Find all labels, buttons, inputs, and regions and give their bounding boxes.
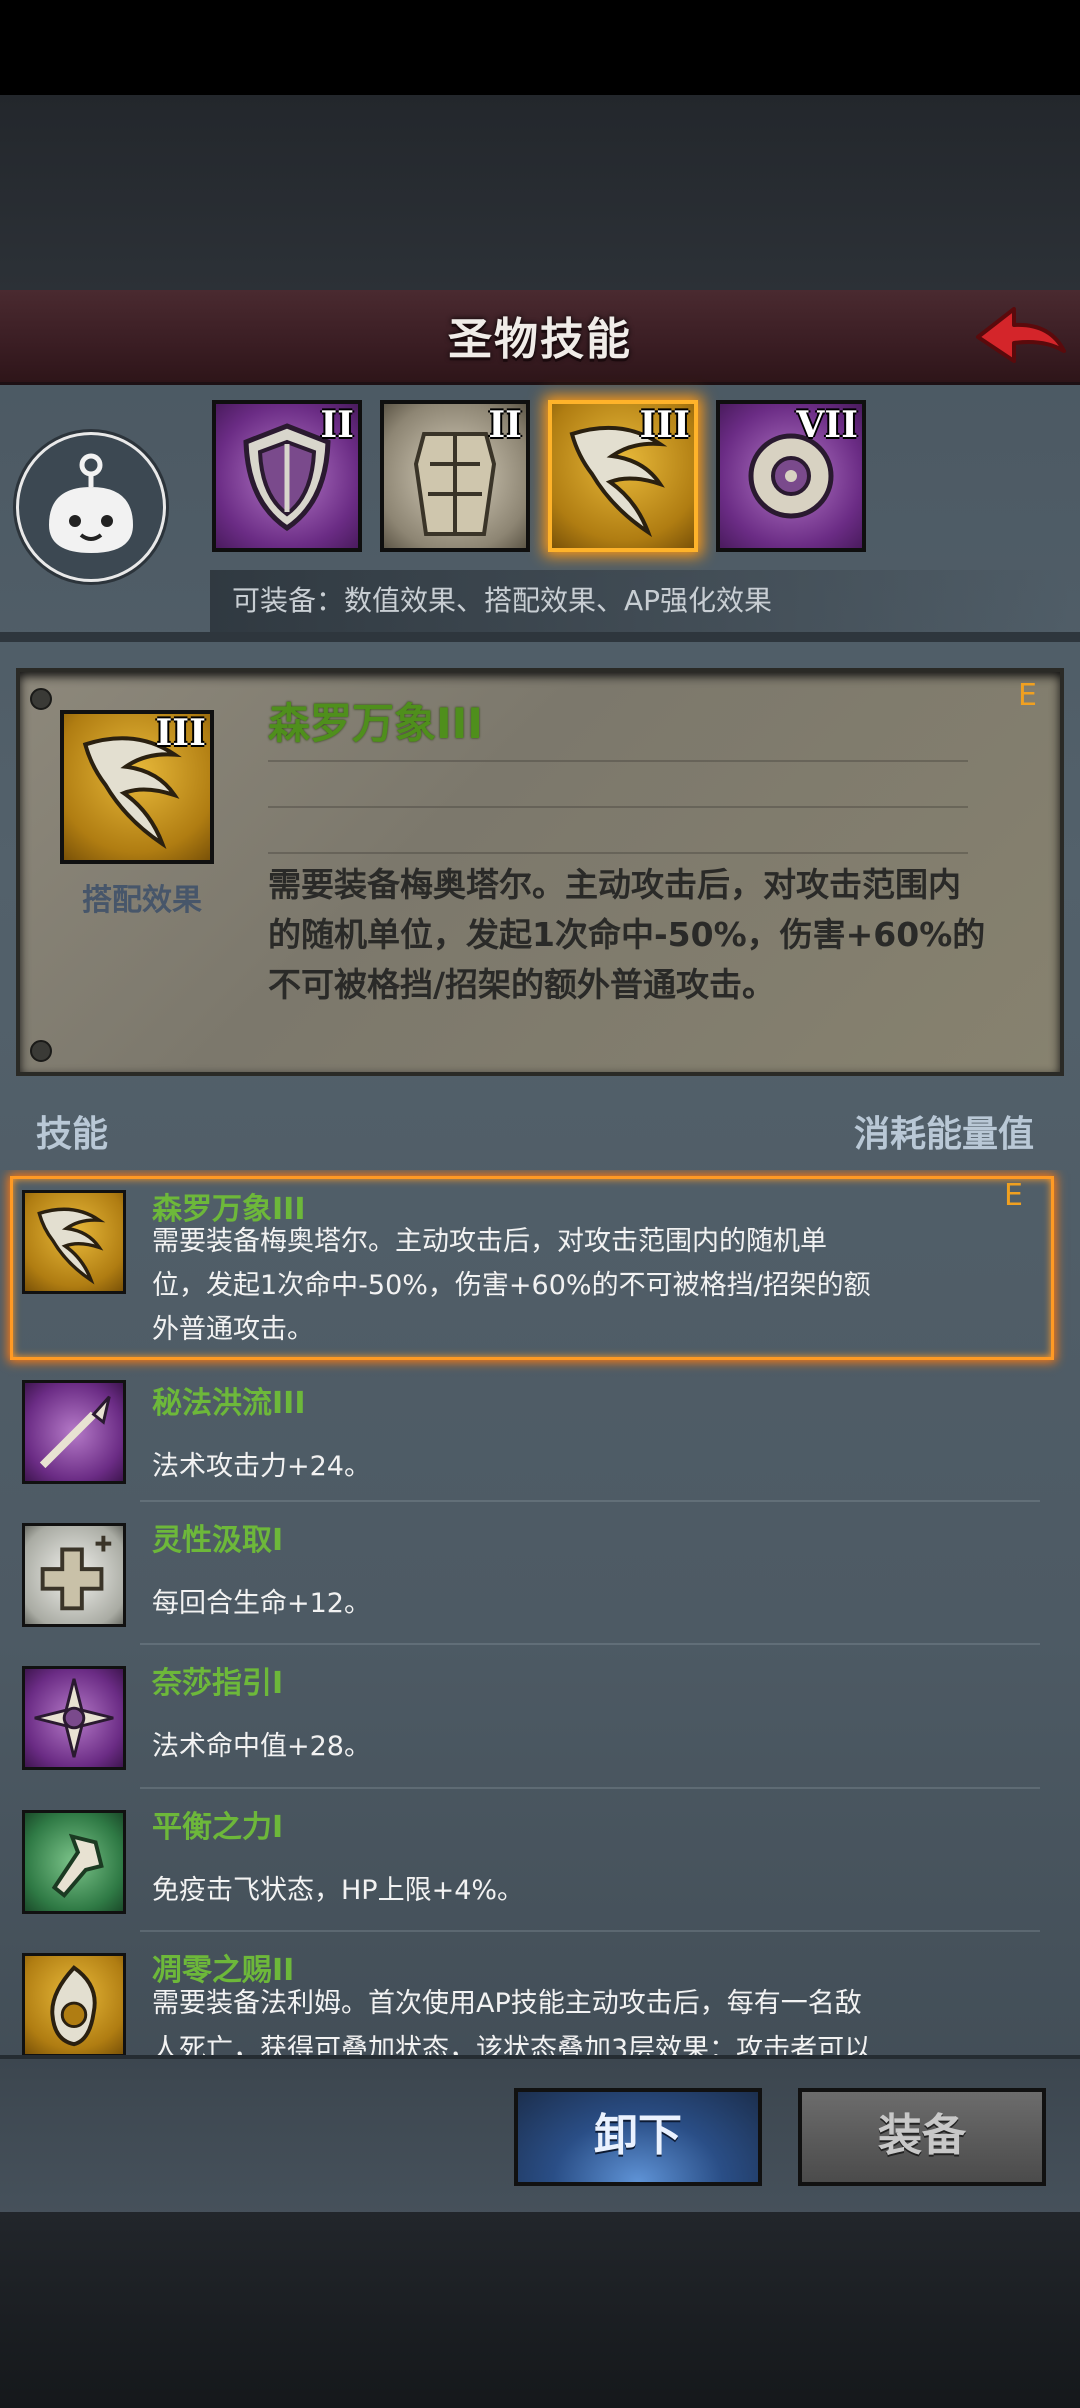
row-divider: [140, 1500, 1040, 1502]
skill-description: 每回合生命+12。: [152, 1588, 371, 1619]
row-divider: [140, 1787, 1040, 1789]
skill-name: 平衡之力I: [152, 1810, 284, 1845]
relic-slot-1[interactable]: II: [212, 400, 362, 552]
card-bolt: [30, 688, 52, 710]
card-bolt: [30, 1040, 52, 1062]
fist-burst-icon: [22, 1810, 126, 1914]
cross-plus-icon: [22, 1523, 126, 1627]
skill-name: 奈莎指引I: [152, 1666, 284, 1701]
detail-skill-type: 搭配效果: [82, 883, 202, 918]
skill-description: 需要装备法利姆。首次使用AP技能主动攻击后，每有一名敌人死亡，获得可叠加状态，该…: [152, 1988, 872, 2055]
row-divider: [140, 1643, 1040, 1645]
relic-level: II: [488, 404, 522, 446]
dimmed-background-top: [0, 95, 1080, 290]
skill-description: 法术攻击力+24。: [152, 1451, 371, 1482]
detail-skill-grade: E: [1018, 678, 1037, 713]
detail-skill-name: 森罗万象III: [268, 699, 483, 748]
equip-note: 可装备：数值效果、搭配效果、AP强化效果: [210, 570, 1070, 632]
back-button[interactable]: [970, 295, 1070, 375]
skill-name: 秘法洪流III: [152, 1386, 306, 1421]
divider: [0, 632, 1080, 642]
avatar[interactable]: [16, 432, 166, 582]
relic-level: III: [639, 404, 690, 446]
relic-slot-3-selected[interactable]: III: [548, 400, 698, 552]
card-rule: [268, 852, 968, 854]
detail-skill-icon: III: [60, 710, 214, 864]
list-header-skill: 技能: [36, 1114, 109, 1155]
unequip-button[interactable]: 卸下: [514, 2088, 762, 2186]
detail-skill-level: III: [155, 712, 206, 754]
page-title: 圣物技能: [448, 314, 632, 365]
skill-list[interactable]: 森罗万象III 需要装备梅奥塔尔。主动攻击后，对攻击范围内的随机单位，发起1次命…: [0, 1170, 1080, 2055]
dimmed-background-bottom: [0, 2212, 1080, 2408]
skill-description: 免疫击飞状态，HP上限+4%。: [152, 1875, 525, 1906]
back-arrow-icon: [976, 307, 1066, 363]
relic-slot-4[interactable]: VII: [716, 400, 866, 552]
status-bar-area: [0, 0, 1080, 95]
mascot-face-icon: [49, 453, 133, 553]
leaf-wing-icon: [22, 1190, 126, 1294]
skill-name: 灵性汲取I: [152, 1523, 284, 1558]
skill-description: 法术命中值+28。: [152, 1731, 371, 1762]
relic-level: VII: [796, 404, 858, 446]
compass-star-icon: [22, 1666, 126, 1770]
card-rule: [268, 806, 968, 808]
skill-description: 需要装备梅奥塔尔。主动攻击后，对攻击范围内的随机单位，发起1次命中-50%，伤害…: [152, 1226, 871, 1345]
wither-flame-icon: [22, 1953, 126, 2055]
equip-button[interactable]: 装备: [798, 2088, 1046, 2186]
detail-skill-description: 需要装备梅奥塔尔。主动攻击后，对攻击范围内的随机单位，发起1次命中-50%，伤害…: [268, 865, 986, 1004]
list-header-energy: 消耗能量值: [853, 1114, 1034, 1155]
spear-icon: [22, 1380, 126, 1484]
card-rule: [268, 760, 968, 762]
relic-level: II: [320, 404, 354, 446]
relic-slot-2[interactable]: II: [380, 400, 530, 552]
skill-grade: E: [1004, 1178, 1023, 1213]
row-divider: [140, 1930, 1040, 1932]
